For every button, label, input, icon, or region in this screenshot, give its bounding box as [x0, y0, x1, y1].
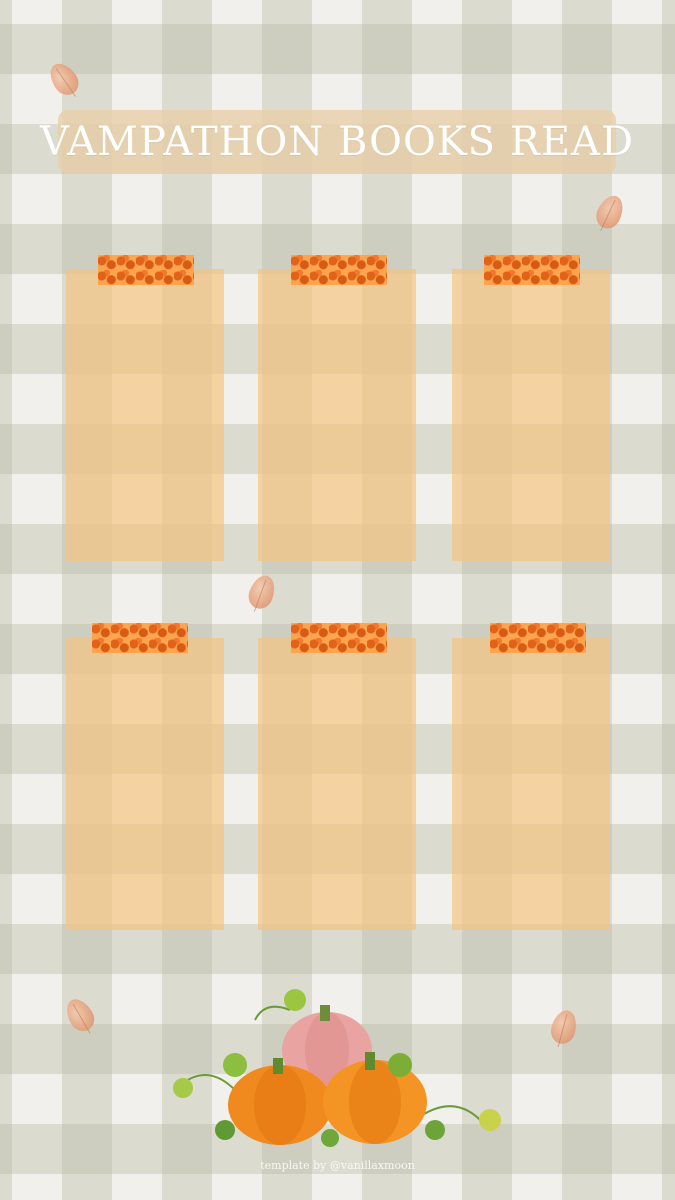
washi-tape [490, 623, 586, 653]
book-slot[interactable] [66, 638, 224, 930]
washi-tape [92, 623, 188, 653]
washi-tape [484, 255, 580, 285]
autumn-leaf-icon [244, 571, 280, 613]
autumn-leaf-icon [44, 58, 84, 100]
book-slot[interactable] [452, 269, 610, 561]
pumpkins-illustration [165, 980, 515, 1155]
title-banner: VAMPATHON BOOKS READ [40, 110, 633, 174]
book-slot[interactable] [258, 269, 416, 561]
book-slot[interactable] [452, 638, 610, 930]
washi-tape [98, 255, 194, 285]
autumn-leaf-icon [61, 994, 99, 1036]
story-template: VAMPATHON BOOKS READ template by @vanill… [0, 0, 675, 1200]
credit-text: template by @vanillaxmoon [260, 1159, 415, 1172]
washi-tape [291, 623, 387, 653]
book-slot[interactable] [258, 638, 416, 930]
autumn-leaf-icon [591, 191, 629, 233]
autumn-leaf-icon [548, 1007, 580, 1047]
page-title: VAMPATHON BOOKS READ [39, 119, 635, 165]
washi-tape [291, 255, 387, 285]
book-slot[interactable] [66, 269, 224, 561]
